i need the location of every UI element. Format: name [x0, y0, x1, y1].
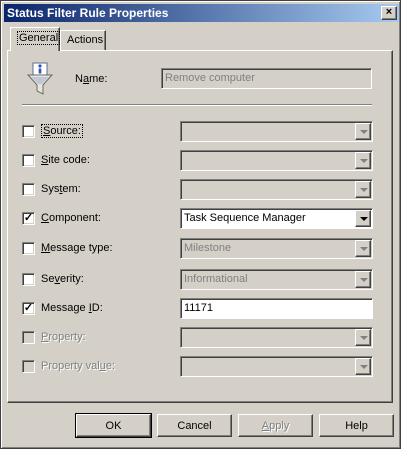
dropdown-value: Informational: [184, 273, 248, 285]
name-label: Name:: [75, 73, 108, 85]
chevron-down-icon[interactable]: [355, 181, 371, 198]
criteria-row: ✓ Message ID: 11171: [0, 298, 401, 319]
close-button[interactable]: ×: [381, 6, 397, 20]
criteria-dropdown[interactable]: [180, 179, 373, 200]
criteria-dropdown[interactable]: [180, 356, 373, 377]
criteria-label: Message type:: [41, 242, 113, 254]
title-bar[interactable]: Status Filter Rule Properties ×: [4, 4, 399, 22]
criteria-checkbox[interactable]: ✓: [22, 302, 35, 315]
name-field[interactable]: Remove computer: [161, 68, 372, 89]
criteria-label: System:: [41, 183, 81, 195]
name-value: Remove computer: [165, 72, 255, 84]
criteria-dropdown[interactable]: [180, 121, 373, 142]
criteria-dropdown[interactable]: Milestone: [180, 238, 373, 259]
criteria-row: Property value:: [0, 356, 401, 377]
chevron-down-icon[interactable]: [355, 152, 371, 169]
criteria-row: Site code:: [0, 150, 401, 171]
filter-info-icon: [26, 62, 54, 95]
chevron-down-icon[interactable]: [355, 123, 371, 140]
criteria-label: Site code:: [41, 154, 90, 166]
chevron-down-icon[interactable]: [355, 210, 371, 227]
dropdown-value: Milestone: [184, 242, 232, 254]
tab-general-label: General: [17, 31, 61, 45]
help-button[interactable]: Help: [319, 414, 394, 437]
criteria-dropdown[interactable]: [180, 150, 373, 171]
message-id-value: 11171: [184, 302, 213, 314]
chevron-down-icon[interactable]: [355, 358, 371, 375]
criteria-label: Component:: [41, 212, 101, 224]
criteria-label: Severity:: [41, 273, 84, 285]
criteria-row: Message type: Milestone: [0, 238, 401, 259]
window-title: Status Filter Rule Properties: [7, 6, 169, 20]
criteria-dropdown[interactable]: Task Sequence Manager: [180, 208, 373, 229]
chevron-down-icon[interactable]: [355, 271, 371, 288]
tab-actions[interactable]: Actions: [60, 30, 106, 50]
cancel-button[interactable]: Cancel: [157, 414, 232, 437]
criteria-checkbox[interactable]: ✓: [22, 212, 35, 225]
criteria-checkbox[interactable]: [22, 242, 35, 255]
ok-button[interactable]: OK: [75, 413, 152, 438]
criteria-row: Source:: [0, 121, 401, 142]
criteria-row: Property:: [0, 327, 401, 348]
criteria-row: System:: [0, 179, 401, 200]
criteria-label: Message ID:: [41, 302, 103, 314]
criteria-label: Source:: [41, 124, 83, 138]
criteria-row: ✓ Component: Task Sequence Manager: [0, 208, 401, 229]
criteria-dropdown[interactable]: Informational: [180, 269, 373, 290]
criteria-label: Property value:: [41, 360, 116, 372]
chevron-down-icon[interactable]: [355, 240, 371, 257]
criteria-checkbox[interactable]: [22, 125, 35, 138]
criteria-row: Severity: Informational: [0, 269, 401, 290]
chevron-down-icon[interactable]: [355, 329, 371, 346]
criteria-dropdown[interactable]: [180, 327, 373, 348]
separator: [22, 104, 372, 106]
tab-general[interactable]: General: [10, 27, 61, 51]
dropdown-value: Task Sequence Manager: [184, 212, 306, 224]
apply-button[interactable]: Apply: [238, 414, 313, 437]
criteria-label: Property:: [41, 331, 86, 343]
criteria-checkbox[interactable]: [22, 360, 35, 373]
criteria-checkbox[interactable]: [22, 183, 35, 196]
criteria-checkbox[interactable]: [22, 154, 35, 167]
tab-actions-label: Actions: [67, 34, 104, 46]
criteria-checkbox[interactable]: [22, 331, 35, 344]
message-id-input[interactable]: 11171: [180, 298, 373, 319]
criteria-checkbox[interactable]: [22, 273, 35, 286]
